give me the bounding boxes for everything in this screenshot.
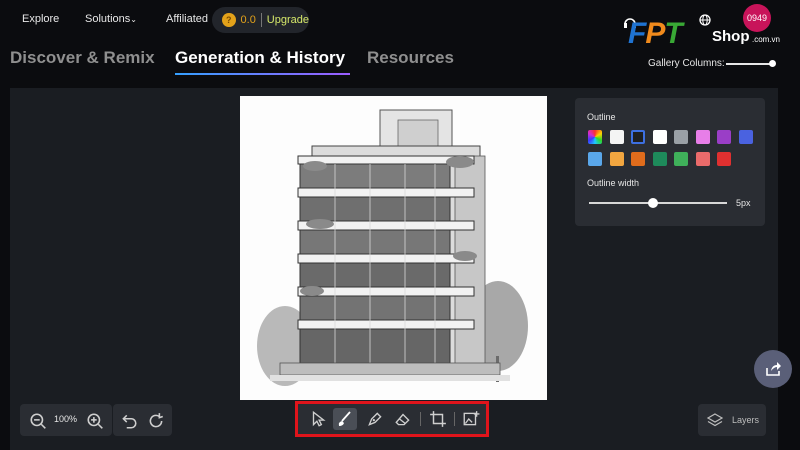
outline-color-swatch[interactable] [609,130,624,144]
outline-color-swatch[interactable] [717,152,731,166]
gallery-columns-slider-handle[interactable] [769,60,776,67]
phone-badge: 0949 [743,4,771,32]
chevron-down-icon: ⌄ [130,15,137,24]
logo-domain: .com.vn [752,35,781,44]
nav-affiliated[interactable]: Affiliated [166,13,208,25]
brush-icon [338,411,351,426]
layers-icon [707,413,723,427]
gallery-columns-label: Gallery Columns: [648,58,725,69]
divider [260,13,262,27]
outline-color-swatch[interactable] [631,152,645,166]
crop-icon[interactable] [429,410,447,428]
gallery-columns-slider[interactable] [726,63,772,65]
history-controls [113,404,172,436]
undo-icon[interactable] [120,412,138,430]
outline-title: Outline [587,112,616,122]
active-tab-indicator [175,73,350,75]
coin-icon: ? [222,13,236,27]
outline-color-swatch[interactable] [588,152,602,166]
brand-logo: FPT Shop .com.vn 0949 [622,4,800,50]
drawing-toolbar [295,401,489,437]
outline-color-swatch[interactable] [652,152,667,166]
outline-width-slider[interactable] [589,202,727,204]
share-button[interactable] [754,350,792,388]
zoom-level: 100% [54,414,78,424]
outline-color-swatch[interactable] [609,152,624,166]
layers-button[interactable]: Layers [698,404,766,436]
nav-solutions[interactable]: Solutions⌄ [85,13,137,25]
brush-tool-button[interactable] [333,408,357,430]
toolbar-divider [454,412,455,426]
credits-upgrade-pill[interactable]: ? 0.0 Upgrade [212,7,309,33]
toolbar-divider [420,412,421,426]
redo-icon[interactable] [147,412,165,430]
tab-discover-remix[interactable]: Discover & Remix [10,48,155,68]
outline-color-swatch[interactable] [652,130,667,144]
outline-color-swatch[interactable] [738,130,753,144]
share-icon [766,362,781,376]
outline-color-swatch[interactable] [695,130,710,144]
outline-color-swatch[interactable] [631,130,645,144]
outline-width-label: Outline width [587,178,640,188]
outline-color-swatch[interactable] [674,130,688,144]
phone-badge-text: 0949 [746,13,768,23]
credit-balance: 0.0 [240,14,256,26]
add-image-icon[interactable] [462,410,480,428]
nav-solutions-label: Solutions [85,13,131,25]
zoom-out-icon[interactable] [29,412,47,430]
building-sketch-image [240,96,547,400]
eraser-icon[interactable] [394,410,412,428]
tab-resources[interactable]: Resources [367,48,454,68]
outline-color-swatch[interactable] [695,152,710,166]
zoom-in-icon[interactable] [86,412,104,430]
outline-color-swatch[interactable] [717,130,731,144]
logo-shop: Shop [712,28,750,45]
layers-label: Layers [732,415,760,425]
outline-color-swatch[interactable] [588,130,602,144]
nav-explore[interactable]: Explore [22,13,59,25]
canvas-image[interactable] [240,96,547,400]
outline-width-slider-handle[interactable] [648,198,658,208]
tab-generation-history[interactable]: Generation & History [175,48,345,68]
logo-fpt: FPT [628,17,683,50]
select-cursor-icon[interactable] [309,410,327,428]
outline-width-value: 5px [736,198,751,208]
pen-tool-icon[interactable] [366,410,384,428]
upgrade-button[interactable]: Upgrade [267,14,309,26]
outline-color-swatch[interactable] [674,152,688,166]
